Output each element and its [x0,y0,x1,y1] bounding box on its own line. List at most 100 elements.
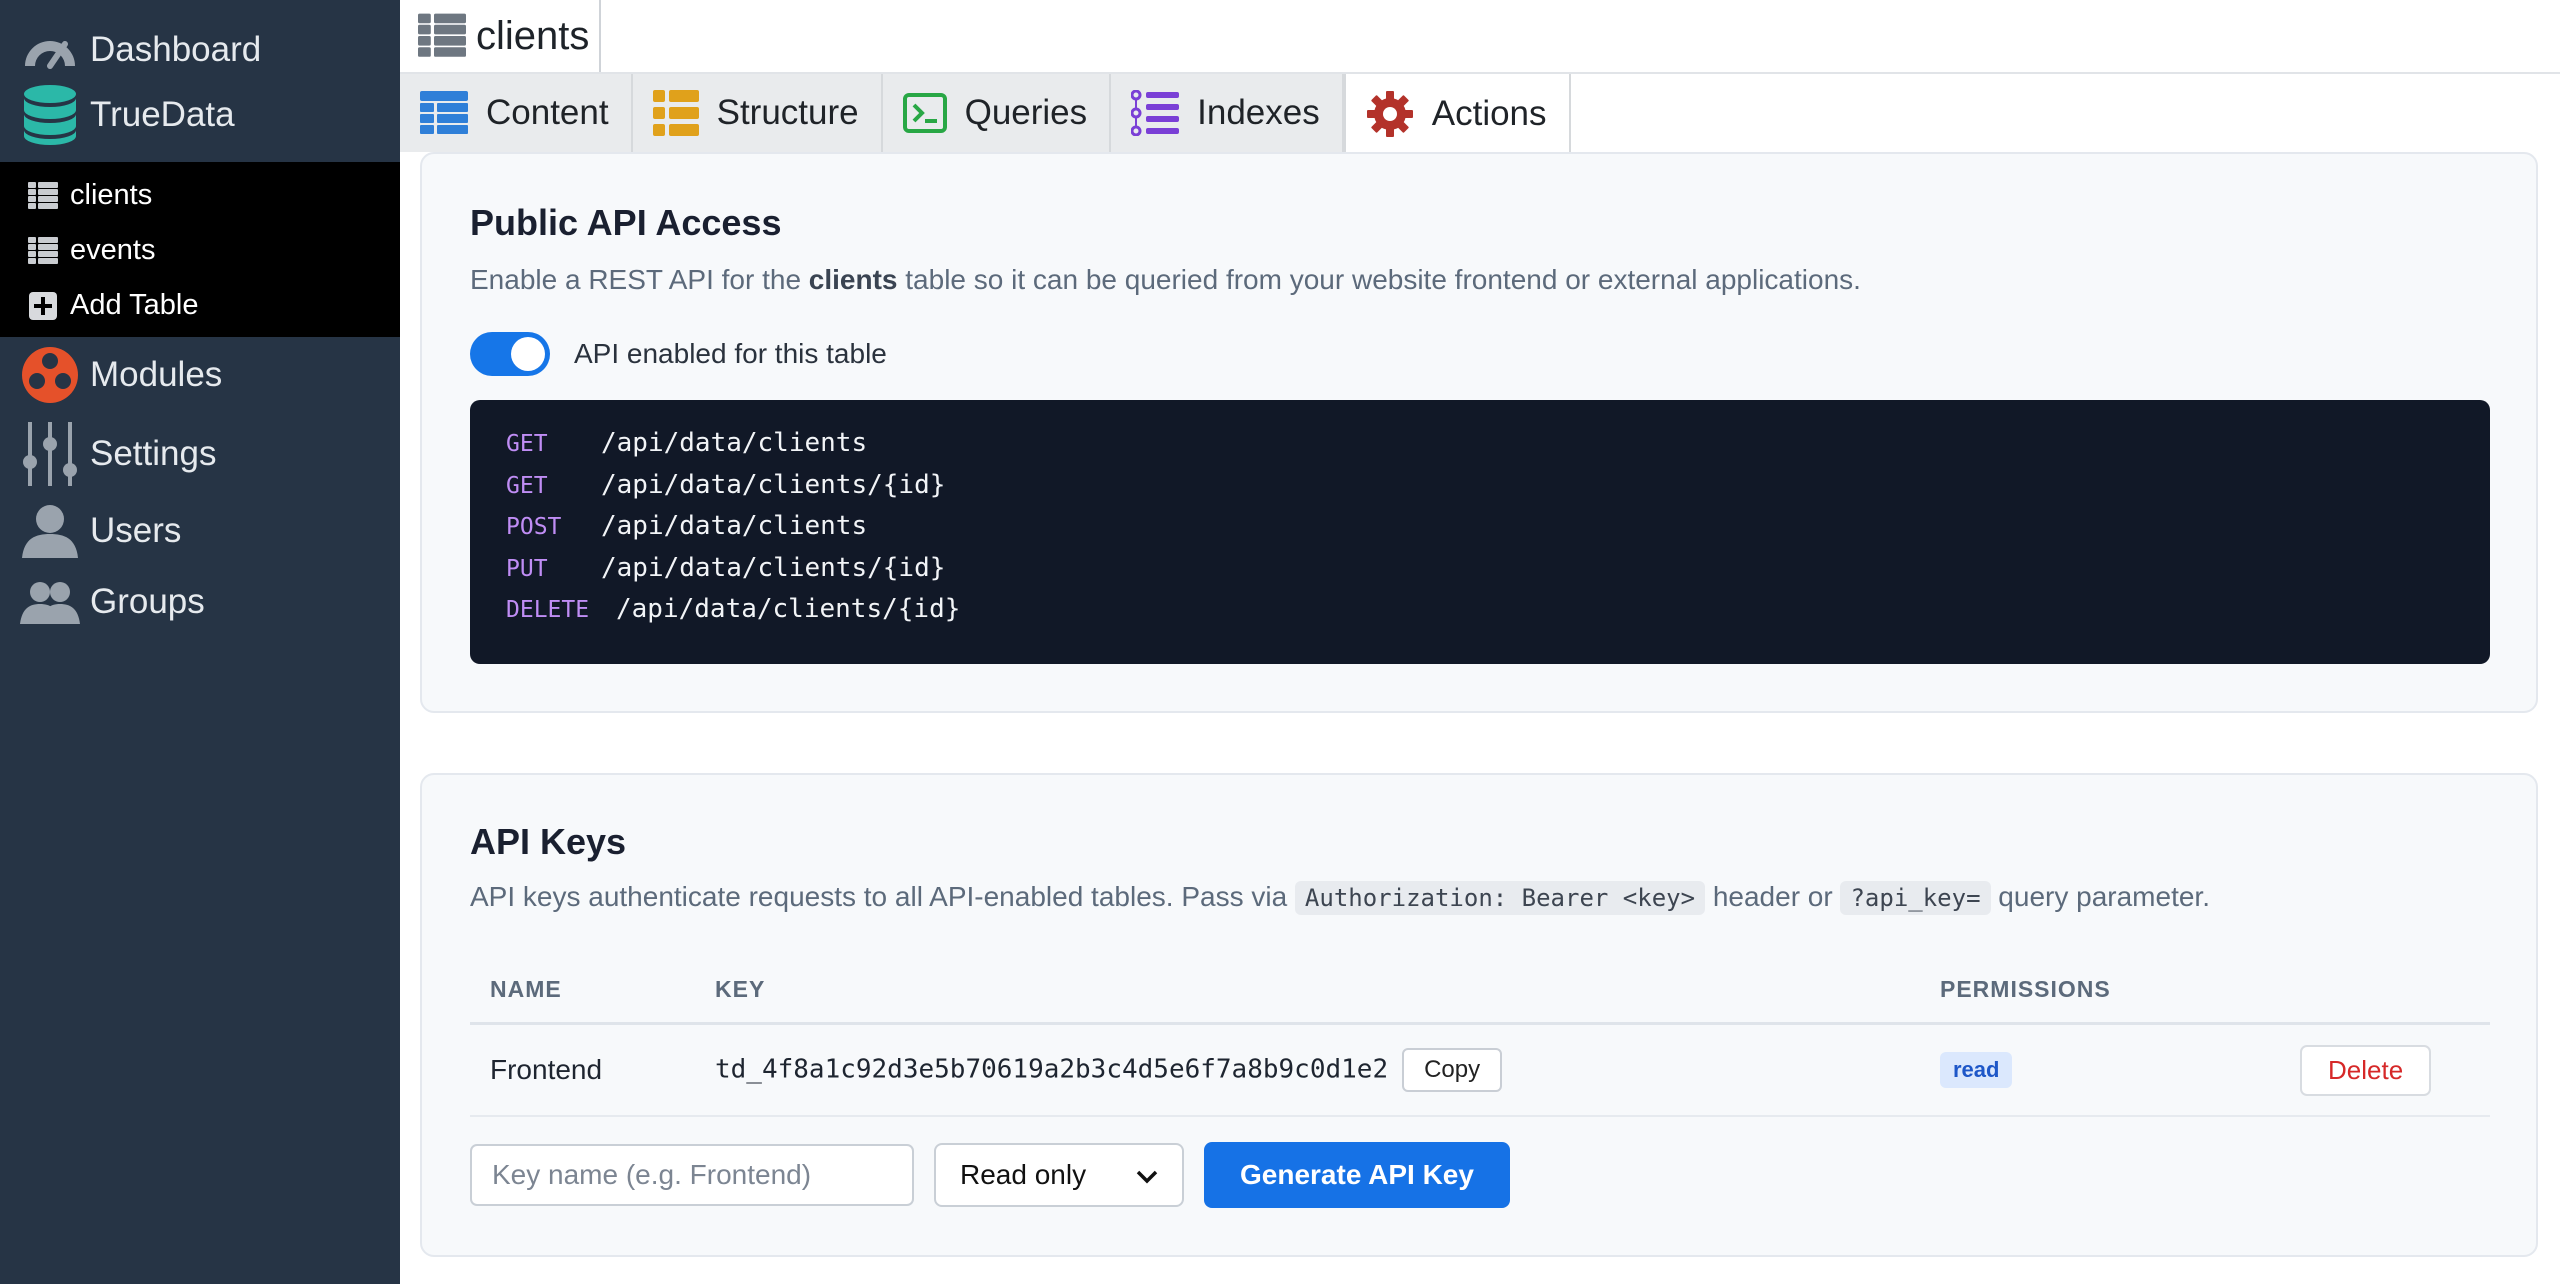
table-item-events[interactable]: events [0,223,400,278]
api-key-value: td_4f8a1c92d3e5b70619a2b3c4d5e6f7a8b9c0d… [715,1054,1389,1085]
table-icon [26,179,60,213]
tab-label: Indexes [1197,93,1320,132]
endpoint-line: DELETE/api/data/clients/{id} [506,594,2490,636]
tab-actions[interactable]: Actions [1343,74,1571,154]
table-row: Frontend td_4f8a1c92d3e5b70619a2b3c4d5e6… [470,1023,2490,1117]
endpoints-codeblock: GET/api/data/clients GET/api/data/client… [470,400,2490,664]
tab-content[interactable]: Content [400,74,633,152]
endpoint-line: POST/api/data/clients [506,511,2490,553]
endpoint-path: /api/data/clients/{id} [601,552,946,583]
desc-text: query parameter. [1990,881,2210,912]
key-name-input[interactable] [470,1144,914,1206]
permission-select-value: Read only [960,1159,1087,1190]
permission-select[interactable]: Read only [934,1143,1184,1207]
column-header-name: NAME [470,956,695,1025]
api-keys-description: API keys authenticate requests to all AP… [470,881,2210,915]
plus-square-icon [26,289,60,323]
gear-icon [1366,90,1414,138]
http-method: POST [506,514,562,540]
table-icon [418,13,466,59]
table-header-row: NAME KEY PERMISSIONS [470,956,2490,1025]
public-api-description: Enable a REST API for the clients table … [470,264,1861,296]
table-icon [26,234,60,268]
key-name: Frontend [470,1023,695,1117]
tab-label: Content [486,93,609,132]
nav-database-label: TrueData [90,95,235,134]
desc-text: Enable a REST API for the [470,264,809,295]
tab-indexes[interactable]: Indexes [1111,74,1344,152]
endpoint-path: /api/data/clients/{id} [616,594,961,624]
nav-users[interactable]: Users [0,495,400,567]
endpoint-path: /api/data/clients [601,428,868,458]
endpoint-line: GET/api/data/clients/{id} [506,470,2490,512]
generate-api-key-button[interactable]: Generate API Key [1204,1142,1510,1208]
table-item-clients[interactable]: clients [0,168,400,223]
endpoint-line: PUT/api/data/clients/{id} [506,553,2490,595]
permission-cell: read [1920,1023,2280,1117]
http-method: GET [506,431,548,457]
user-icon [20,501,80,561]
desc-text: header or [1705,881,1841,912]
api-keys-table: NAME KEY PERMISSIONS Frontend td_4f8a1c9… [470,956,2490,1117]
http-method: DELETE [506,597,590,623]
nav-dashboard-label: Dashboard [90,30,262,69]
nav-settings[interactable]: Settings [0,413,400,495]
add-table-label: Add Table [70,289,199,321]
http-method: PUT [506,555,548,582]
tab-structure[interactable]: Structure [632,74,883,152]
terminal-icon [902,93,947,133]
copy-button[interactable]: Copy [1402,1048,1503,1092]
page-title: clients [476,13,590,58]
tab-label: Queries [964,93,1088,132]
key-cell: td_4f8a1c92d3e5b70619a2b3c4d5e6f7a8b9c0d… [695,1023,1920,1117]
chevron-down-icon [1136,1159,1158,1191]
actions-cell: Delete [2280,1023,2490,1117]
desc-text: table so it can be queried from your web… [897,264,1861,295]
tab-label: Actions [1431,94,1547,133]
group-icon [20,572,80,632]
database-icon [20,85,80,145]
column-header-key: KEY [695,956,1920,1025]
endpoint-line: GET/api/data/clients [506,428,2490,470]
public-api-card: Public API Access Enable a REST API for … [420,152,2538,713]
inline-code: ?api_key= [1840,881,1991,915]
desc-text: API keys authenticate requests to all AP… [470,881,1295,912]
api-keys-title: API Keys [470,821,627,862]
nav-settings-label: Settings [90,434,217,473]
api-enabled-toggle[interactable] [470,332,550,376]
nav-groups-label: Groups [90,582,205,621]
nav-groups[interactable]: Groups [0,567,400,637]
modules-icon [20,345,80,405]
sidebar: Dashboard TrueData clients events Add Ta… [0,0,400,1284]
delete-button[interactable]: Delete [2300,1044,2432,1096]
nav-database[interactable]: TrueData [0,80,400,150]
column-header-actions [2280,956,2490,1025]
endpoint-path: /api/data/clients/{id} [601,469,946,500]
add-table-link[interactable]: Add Table [0,278,400,333]
breadcrumb: clients [400,0,602,72]
new-key-form: Read only Generate API Key [470,1142,1510,1208]
grid-icon [420,91,468,135]
permission-badge: read [1940,1052,2013,1088]
column-header-permissions: PERMISSIONS [1920,956,2280,1025]
toggle-knob [511,337,545,371]
tab-queries[interactable]: Queries [882,74,1112,152]
http-method: GET [506,472,548,499]
desc-table-name: clients [808,264,898,295]
api-toggle-label: API enabled for this table [574,338,887,369]
speedometer-icon [20,20,80,80]
sliders-icon [20,422,80,486]
endpoint-path: /api/data/clients [601,511,868,541]
nav-modules[interactable]: Modules [0,337,400,413]
table-list: clients events Add Table [0,162,400,337]
list-icon [1131,90,1180,136]
table-item-label: clients [70,179,153,211]
table-item-label: events [70,234,156,266]
api-keys-card: API Keys API keys authenticate requests … [420,773,2538,1257]
tab-label: Structure [716,93,859,132]
nav-users-label: Users [90,511,182,550]
structure-icon [652,90,699,136]
tab-bar: Content Structure Queries Indexes Action… [400,74,1571,154]
api-toggle-row: API enabled for this table [470,332,887,376]
nav-modules-label: Modules [90,355,223,394]
